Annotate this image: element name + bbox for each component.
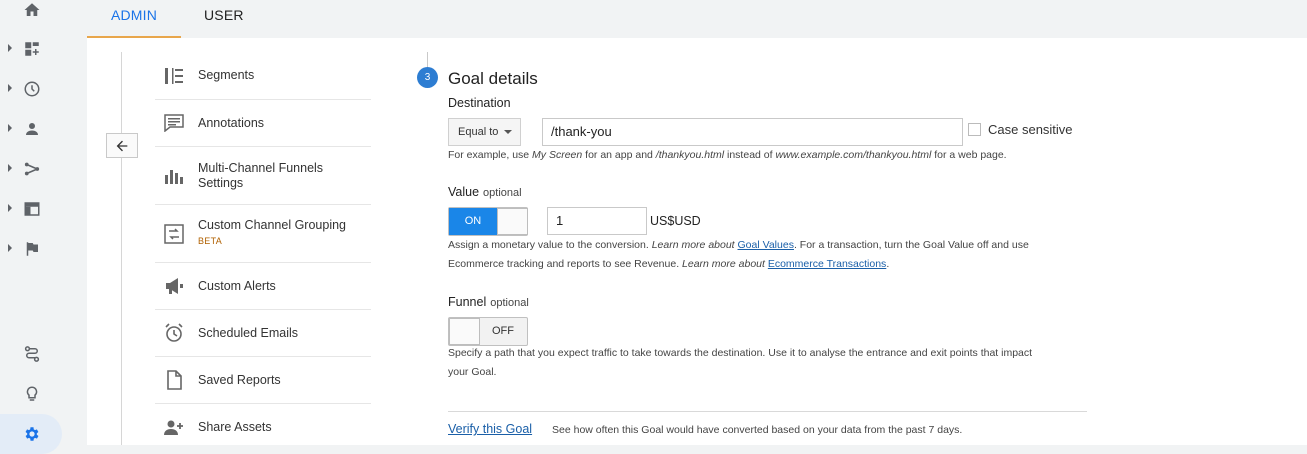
toggle-off-label: OFF bbox=[492, 325, 514, 337]
person-icon bbox=[26, 123, 38, 135]
menu-item-label: Custom Alerts bbox=[198, 278, 276, 293]
beta-badge: BETA bbox=[198, 236, 223, 246]
value-help-text: Assign a monetary value to the conversio… bbox=[448, 239, 1029, 270]
segments-icon bbox=[163, 65, 185, 87]
expand-caret-icon bbox=[8, 124, 12, 132]
realtime-nav-item[interactable] bbox=[0, 69, 64, 109]
menu-item-content: Custom Channel Grouping BETA bbox=[198, 218, 346, 249]
left-nav-rail bbox=[0, 0, 64, 454]
menu-item-scheduled-emails[interactable]: Scheduled Emails bbox=[155, 310, 371, 357]
bar-chart-icon bbox=[163, 165, 185, 187]
menu-item-custom-alerts[interactable]: Custom Alerts bbox=[155, 263, 371, 310]
expand-caret-icon bbox=[8, 204, 12, 212]
clock-icon bbox=[24, 81, 40, 97]
destination-help-text: For example, use My Screen for an app an… bbox=[448, 149, 1007, 161]
menu-item-label: Saved Reports bbox=[198, 372, 281, 387]
toggle-on-label: ON bbox=[449, 208, 497, 235]
add-person-icon bbox=[163, 417, 185, 439]
menu-item-label: Annotations bbox=[198, 115, 265, 130]
funnel-label: Funnel optional bbox=[448, 295, 529, 309]
arrow-left-icon bbox=[116, 140, 128, 151]
behavior-nav-item[interactable] bbox=[0, 189, 64, 229]
goal-details-title: Goal details bbox=[448, 69, 538, 88]
toggle-knob bbox=[497, 208, 528, 235]
step-number-badge: 3 bbox=[417, 67, 438, 88]
menu-item-label: Custom Channel Grouping bbox=[198, 218, 346, 232]
column-divider bbox=[121, 52, 122, 445]
menu-item-share-assets[interactable]: Share Assets bbox=[155, 404, 371, 451]
menu-item-label: Share Assets bbox=[198, 420, 272, 434]
optional-text: optional bbox=[490, 297, 529, 309]
destination-label: Destination bbox=[448, 96, 511, 110]
channel-grouping-icon bbox=[163, 223, 185, 245]
back-button[interactable] bbox=[106, 133, 138, 158]
expand-caret-icon bbox=[8, 164, 12, 172]
menu-item-saved-reports[interactable]: Saved Reports bbox=[155, 357, 371, 404]
admin-tabs-bar: ADMIN USER bbox=[64, 0, 1307, 38]
conversions-nav-item[interactable] bbox=[0, 229, 64, 269]
verify-goal-link[interactable]: Verify this Goal bbox=[448, 422, 532, 436]
expand-caret-icon bbox=[8, 84, 12, 92]
megaphone-icon bbox=[163, 275, 185, 297]
optional-text: optional bbox=[483, 187, 522, 199]
annotations-icon bbox=[163, 112, 185, 134]
value-label: Value optional bbox=[448, 185, 522, 199]
acquisition-nav-item[interactable] bbox=[0, 149, 64, 189]
menu-item-annotations[interactable]: Annotations bbox=[155, 100, 371, 147]
menu-item-multi-channel-funnels-settings[interactable]: Multi-Channel Funnels Settings bbox=[155, 147, 371, 205]
tab-user[interactable]: USER bbox=[204, 0, 244, 38]
toggle-knob bbox=[449, 318, 480, 345]
personal-tools-menu: Segments Annotations Multi-Channel Funne… bbox=[155, 52, 371, 451]
route-icon bbox=[24, 346, 40, 362]
funnel-help-text: Specify a path that you expect traffic t… bbox=[448, 347, 1033, 378]
case-sensitive-checkbox[interactable] bbox=[968, 123, 981, 136]
menu-item-segments[interactable]: Segments bbox=[155, 52, 371, 100]
menu-item-label: Segments bbox=[198, 68, 255, 82]
ecommerce-transactions-link[interactable]: Ecommerce Transactions bbox=[768, 258, 886, 270]
flag-icon bbox=[26, 242, 38, 256]
audience-nav-item[interactable] bbox=[0, 109, 64, 149]
admin-panel: Segments Annotations Multi-Channel Funne… bbox=[87, 38, 1307, 445]
match-type-value: Equal to bbox=[458, 126, 499, 138]
admin-nav-item[interactable] bbox=[0, 414, 64, 454]
funnel-toggle[interactable]: OFF bbox=[448, 317, 528, 346]
section-divider bbox=[448, 411, 1087, 412]
goal-values-link[interactable]: Goal Values bbox=[738, 239, 794, 251]
expand-caret-icon bbox=[8, 244, 12, 252]
expand-caret-icon bbox=[8, 44, 12, 52]
home-icon[interactable] bbox=[0, 0, 64, 30]
document-icon bbox=[163, 369, 185, 391]
menu-item-custom-channel-grouping[interactable]: Custom Channel Grouping BETA bbox=[155, 205, 371, 263]
match-type-dropdown[interactable]: Equal to bbox=[448, 118, 521, 146]
currency-label: US$USD bbox=[650, 214, 701, 228]
alarm-clock-icon bbox=[163, 322, 185, 344]
gear-icon bbox=[25, 427, 39, 441]
attribution-nav-item[interactable] bbox=[0, 334, 64, 374]
verify-goal-description: See how often this Goal would have conve… bbox=[552, 424, 963, 436]
case-sensitive-label: Case sensitive bbox=[988, 122, 1073, 137]
menu-item-label: Scheduled Emails bbox=[198, 325, 299, 340]
chevron-down-icon bbox=[504, 130, 512, 134]
lightbulb-icon bbox=[26, 386, 38, 401]
discover-nav-item[interactable] bbox=[0, 374, 64, 414]
tab-admin[interactable]: ADMIN bbox=[87, 0, 181, 38]
destination-input[interactable]: /thank-you bbox=[542, 118, 963, 146]
customization-nav-item[interactable] bbox=[0, 29, 64, 69]
behavior-icon bbox=[24, 202, 40, 216]
value-amount-input[interactable]: 1 bbox=[547, 207, 647, 235]
dashboard-add-icon bbox=[25, 42, 39, 56]
menu-item-label: Multi-Channel Funnels Settings bbox=[198, 160, 324, 190]
acquisition-icon bbox=[24, 162, 40, 176]
value-toggle[interactable]: ON bbox=[448, 207, 528, 236]
